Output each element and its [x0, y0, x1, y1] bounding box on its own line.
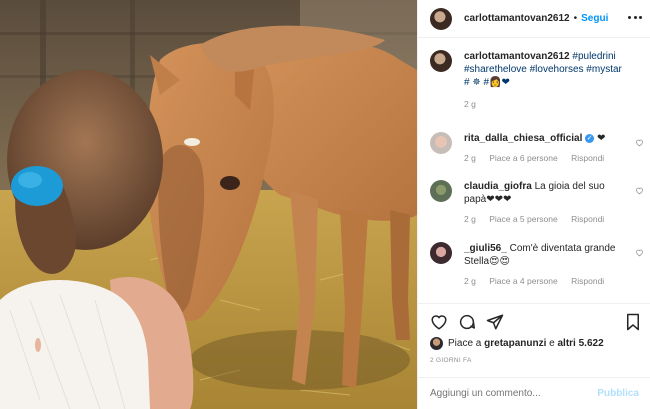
caption-body: carlottamantovan2612 #puledrini #shareth… — [464, 50, 629, 111]
comment-time[interactable]: 2 g — [464, 276, 476, 286]
post-date[interactable]: 2 GIORNI FA — [430, 357, 472, 364]
like-comment-icon[interactable] — [635, 186, 644, 195]
comment-time[interactable]: 2 g — [464, 214, 476, 224]
author-username[interactable]: carlottamantovan2612 — [464, 13, 570, 24]
caption-avatar[interactable] — [430, 50, 452, 72]
like-heart-icon[interactable] — [430, 313, 448, 331]
like-comment-icon[interactable] — [635, 138, 644, 147]
comment-likes[interactable]: Piace a 5 persone — [489, 214, 558, 224]
reply-button[interactable]: Rispondi — [571, 153, 604, 163]
comment-username[interactable]: _giuli56_ — [464, 243, 507, 254]
add-comment-input[interactable] — [430, 388, 590, 399]
caption-meta: 2 g — [464, 98, 629, 111]
action-bar — [418, 303, 650, 337]
caption-time[interactable]: 2 g — [464, 99, 476, 109]
liker-avatar[interactable] — [430, 337, 443, 350]
comment-likes[interactable]: Piace a 4 persone — [489, 276, 558, 286]
post-photo[interactable] — [0, 0, 417, 409]
likes-prefix: Piace a — [448, 338, 482, 349]
likes-summary: Piace a gretapanunzi e altri 5.622 — [430, 337, 604, 350]
add-comment-bar: Pubblica — [418, 377, 650, 409]
comment-text: ❤ — [596, 133, 606, 144]
header-separator: • — [573, 13, 578, 24]
verified-badge-icon: ✓ — [585, 133, 595, 143]
follow-button[interactable]: Segui — [581, 13, 608, 24]
comment-avatar[interactable] — [430, 242, 452, 264]
reply-button[interactable]: Rispondi — [571, 214, 604, 224]
author-avatar[interactable] — [430, 7, 452, 30]
reply-button[interactable]: Rispondi — [571, 276, 604, 286]
liker-username[interactable]: gretapanunzi — [484, 338, 546, 349]
comment-avatar[interactable] — [430, 180, 452, 202]
comment-meta: 2 g Piace a 5 persone Rispondi — [464, 213, 629, 226]
publish-button[interactable]: Pubblica — [597, 388, 639, 399]
post-sidebar: carlottamantovan2612 • Segui carlottaman… — [417, 0, 650, 409]
comment-bubble-icon[interactable] — [458, 313, 476, 331]
share-paper-plane-icon[interactable] — [486, 313, 504, 331]
comment-time[interactable]: 2 g — [464, 153, 476, 163]
post-header: carlottamantovan2612 • Segui — [418, 0, 650, 38]
caption-emojis: ✵ #👩❤ — [472, 77, 510, 88]
comment-avatar[interactable] — [430, 132, 452, 154]
comment-likes[interactable]: Piace a 6 persone — [489, 153, 558, 163]
comment-meta: 2 g Piace a 4 persone Rispondi — [464, 275, 629, 288]
photo-girl-and-foal — [0, 0, 417, 409]
likes-mid: e — [549, 338, 555, 349]
comment-meta: 2 g Piace a 6 persone Rispondi — [464, 152, 629, 165]
comment-body: rita_dalla_chiesa_official ✓ ❤ 2 g Piace… — [464, 132, 629, 165]
comment-body: _giuli56_ Com'è diventata grande Stella😍… — [464, 242, 629, 288]
more-options-icon[interactable] — [628, 10, 642, 24]
comment-username[interactable]: rita_dalla_chiesa_official — [464, 133, 582, 144]
comment-username[interactable]: claudia_giofra — [464, 181, 532, 192]
like-comment-icon[interactable] — [635, 248, 644, 257]
caption-username[interactable]: carlottamantovan2612 — [464, 51, 570, 62]
comment-body: claudia_giofra La gioia del suo papà❤❤❤ … — [464, 180, 629, 226]
likes-others-link[interactable]: altri 5.622 — [558, 338, 604, 349]
instagram-post: carlottamantovan2612 • Segui carlottaman… — [0, 0, 650, 409]
save-bookmark-icon[interactable] — [624, 313, 642, 331]
